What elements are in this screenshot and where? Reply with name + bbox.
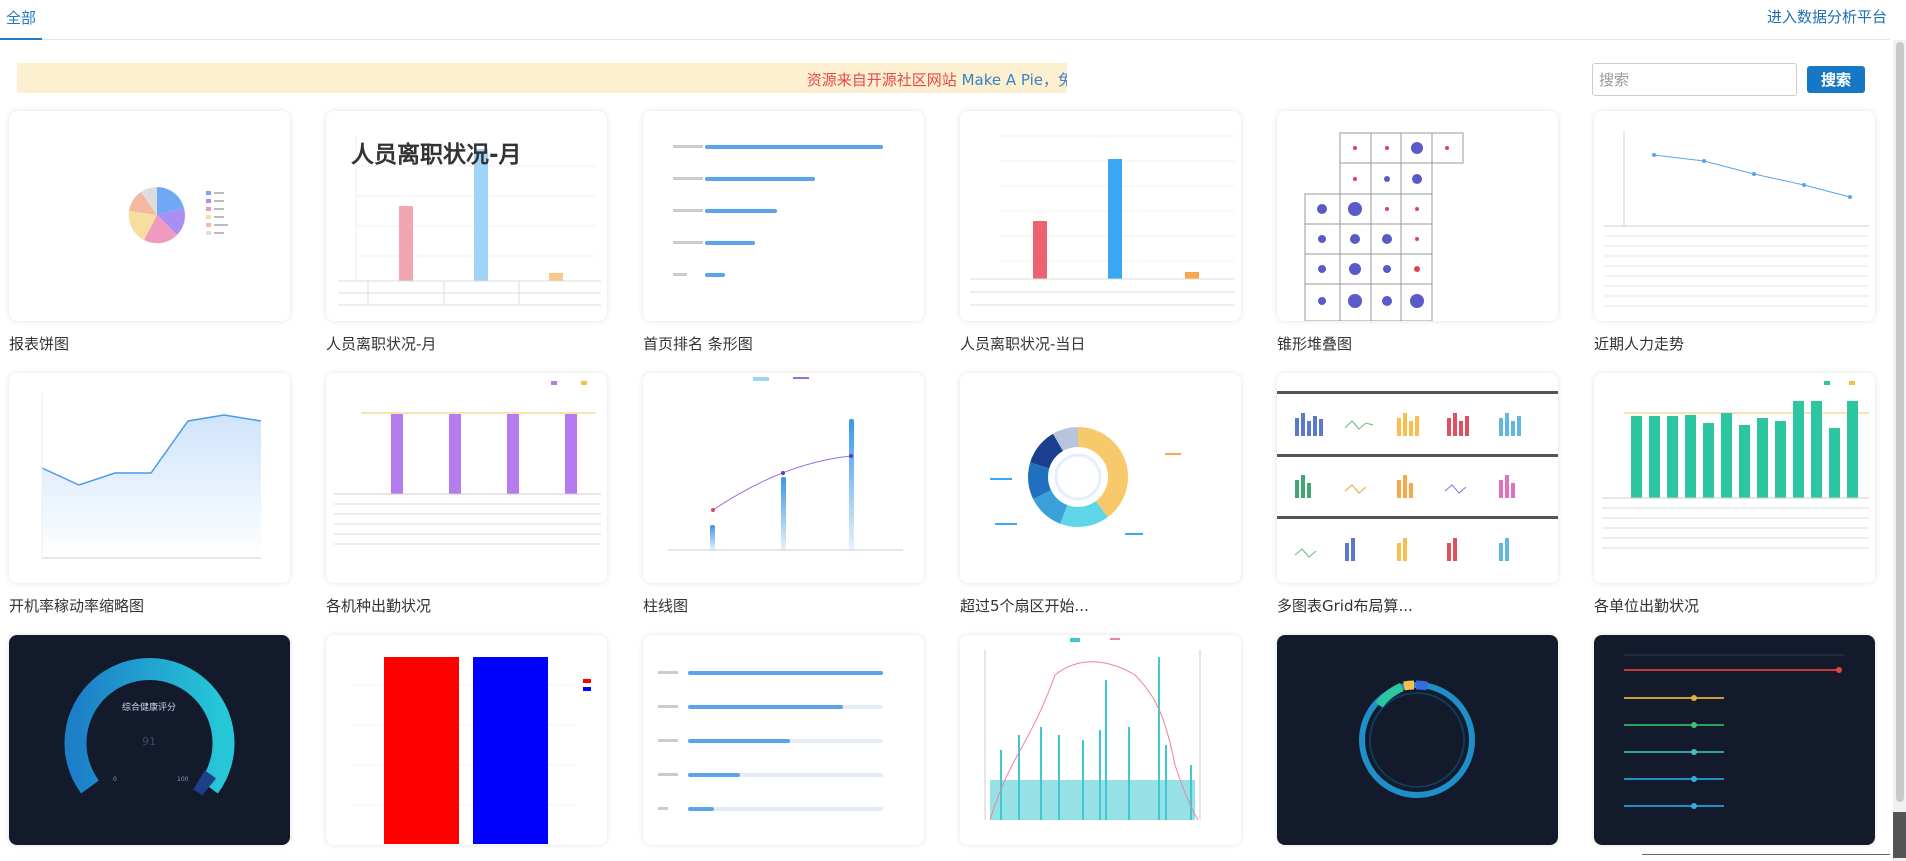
top-tab-bar: 全部 进入数据分析平台 <box>0 0 1890 40</box>
bar-table-thumbnail <box>334 381 601 545</box>
chart-card-progress-bars[interactable] <box>643 635 924 845</box>
line-table-thumbnail <box>1604 131 1869 307</box>
chart-card-health-gauge[interactable]: 综合健康评分 91 0 100 <box>9 635 290 845</box>
notice-banner: 资源来自开源社区网站 Make A Pie，免 <box>17 63 1067 93</box>
gauge-max: 100 <box>177 776 189 783</box>
bar-line-thumbnail <box>984 638 1201 821</box>
chart-card-utilization[interactable] <box>9 373 290 583</box>
notice-source-text: 资源来自开源社区网站 <box>806 71 962 89</box>
horizontal-bar-thumbnail <box>673 145 883 277</box>
chart-card-resign-day[interactable] <box>960 111 1241 321</box>
enter-analytics-platform-link[interactable]: 进入数据分析平台 <box>1767 6 1887 27</box>
chart-card-bar-curve[interactable] <box>960 635 1241 845</box>
chart-card-title[interactable]: 人员离职状况-当日 <box>960 333 1085 354</box>
chart-card-manpower-trend[interactable] <box>1594 111 1875 321</box>
scrollbar-end-block <box>1893 812 1906 858</box>
chart-card-title[interactable]: 锥形堆叠图 <box>1277 333 1352 354</box>
gauge-min: 0 <box>113 776 117 783</box>
chart-card-multi-sector[interactable] <box>960 373 1241 583</box>
ring-thumbnail <box>1359 680 1475 798</box>
chart-card-title[interactable]: 多图表Grid布局算... <box>1277 595 1413 616</box>
area-chart-thumbnail <box>41 393 262 559</box>
chart-card-report-pie[interactable] <box>9 111 290 321</box>
chart-card-attendance-model[interactable] <box>326 373 607 583</box>
thumbnail-overlay-title: 人员离职状况-月 <box>351 142 522 168</box>
chart-card-title[interactable]: 人员离职状况-月 <box>326 333 436 354</box>
chart-card-title[interactable]: 各机种出勤状况 <box>326 595 431 616</box>
bar-table-thumbnail <box>1602 381 1869 549</box>
chart-card-title[interactable]: 柱线图 <box>643 595 688 616</box>
scrollbar-thumb[interactable] <box>1896 42 1904 802</box>
chart-card-title[interactable]: 开机率稼动率缩略图 <box>9 595 144 616</box>
multi-grid-thumbnail <box>1277 391 1558 561</box>
chart-card-title[interactable]: 超过5个扇区开始... <box>960 595 1089 616</box>
pie-chart-thumbnail <box>128 186 228 244</box>
progress-bar-thumbnail <box>658 671 883 811</box>
gauge-title: 综合健康评分 <box>122 701 176 713</box>
chart-card-title[interactable]: 报表饼图 <box>9 333 69 354</box>
chart-card-bar-line[interactable] <box>643 373 924 583</box>
divider-line <box>1642 854 1890 855</box>
scatter-grid-thumbnail <box>1304 132 1464 321</box>
bar-chart-thumbnail <box>970 135 1235 306</box>
chart-card-ranking-bar[interactable] <box>643 111 924 321</box>
search-input[interactable] <box>1592 63 1797 96</box>
chart-card-cone-stack[interactable] <box>1277 111 1558 321</box>
notice-text: 资源来自开源社区网站 Make A Pie，免 <box>807 69 1067 90</box>
search-button[interactable]: 搜索 <box>1807 66 1865 93</box>
chart-card-unit-attendance[interactable] <box>1594 373 1875 583</box>
chart-card-dark-progress[interactable] <box>1594 635 1875 845</box>
tab-all[interactable]: 全部 <box>0 0 43 40</box>
chart-card-ring[interactable] <box>1277 635 1558 845</box>
gauge-value: 91 <box>142 735 156 748</box>
chart-card-title[interactable]: 首页排名 条形图 <box>643 333 753 354</box>
chart-card-resign-month[interactable]: 人员离职状况-月 <box>326 111 607 321</box>
gauge-thumbnail: 综合健康评分 91 0 100 <box>64 658 235 796</box>
chart-card-grid-layout[interactable] <box>1277 373 1558 583</box>
bar-chart-thumbnail <box>351 657 591 844</box>
donut-chart-thumbnail <box>990 427 1181 535</box>
notice-source-link[interactable]: Make A Pie，免 <box>962 71 1067 89</box>
chart-card-title[interactable]: 各单位出勤状况 <box>1594 595 1699 616</box>
chart-card-title[interactable]: 近期人力走势 <box>1594 333 1684 354</box>
chart-card-red-blue[interactable] <box>326 635 607 845</box>
bar-line-thumbnail <box>668 377 903 551</box>
dark-progress-thumbnail <box>1624 654 1844 809</box>
